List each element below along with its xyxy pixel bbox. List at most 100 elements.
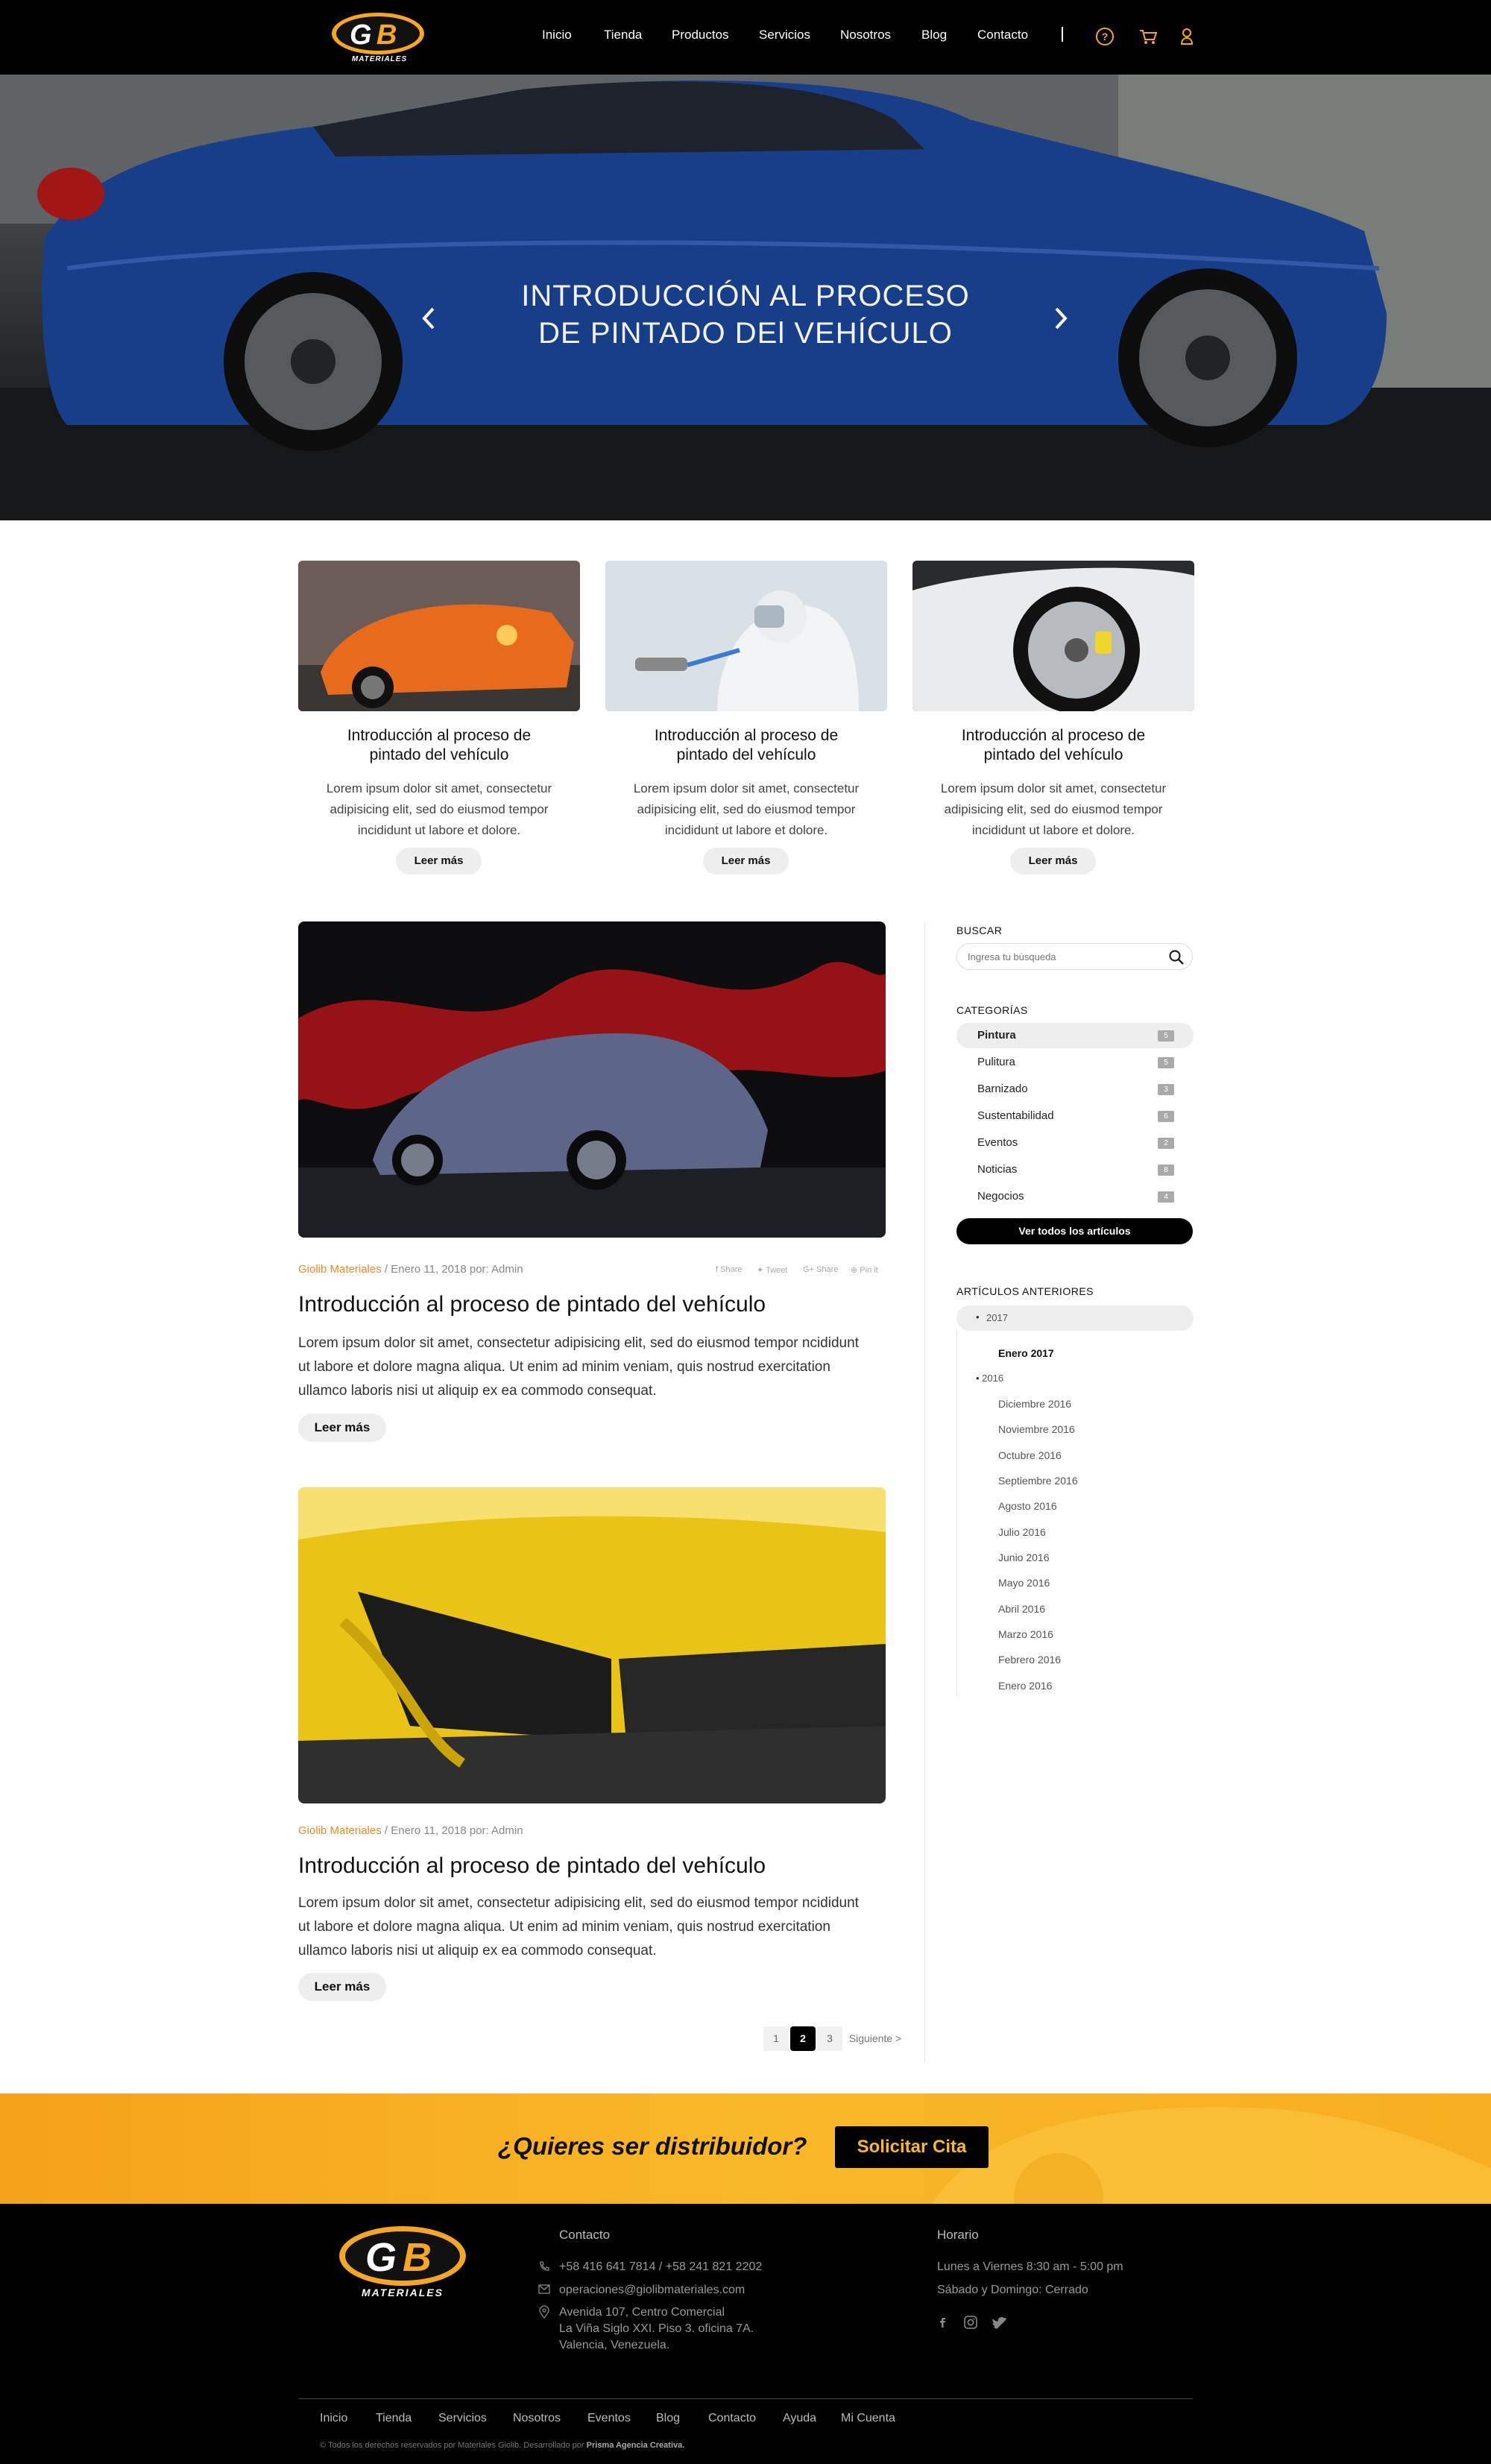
footer-address: Avenida 107, Centro Comercial La Viña Sig… [559,2304,754,2354]
card-title-line: Introducción al proceso de [347,727,532,744]
post-author-brand[interactable]: Giolib Materiales [298,1263,382,1276]
chevron-left-icon[interactable] [414,300,444,337]
footer-link-contacto[interactable]: Contacto [708,2412,756,2425]
instagram-icon[interactable] [963,2316,978,2329]
svg-text:?: ? [1102,31,1109,42]
share-pinterest-button[interactable]: ⊕ Pin it [851,1265,878,1275]
next-page-link[interactable]: Siguiente > [845,2026,905,2051]
user-icon[interactable] [1175,25,1199,48]
card-image-painter[interactable] [605,561,887,711]
archive-month-link[interactable]: Diciembre 2016 [998,1398,1071,1410]
nav-link-nosotros[interactable]: Nosotros [840,28,891,42]
nav-link-servicios[interactable]: Servicios [759,28,810,42]
footer-link-eventos[interactable]: Eventos [587,2412,631,2425]
chevron-right-icon[interactable] [1046,300,1076,337]
category-count-badge: 3 [1158,1084,1174,1095]
card-title[interactable]: Introducción al proceso de pintado del ve… [605,726,887,765]
facebook-icon[interactable] [937,2316,949,2329]
footer-link-servicios[interactable]: Servicios [438,2412,487,2425]
archive-year-2016[interactable]: • 2016 [976,1373,1003,1384]
page-3-button[interactable]: 3 [817,2026,842,2051]
footer-email[interactable]: operaciones@giolibmateriales.com [559,2282,745,2298]
agency-link[interactable]: Prisma Agencia Creativa. [587,2441,685,2450]
nav-link-blog[interactable]: Blog [921,28,947,42]
card-image-wheel[interactable] [912,561,1194,711]
footer-logo[interactable]: G B MATERIALES [335,2225,470,2299]
all-articles-button[interactable]: Ver todos los artículos [956,1218,1193,1244]
search-box [956,943,1193,970]
category-label: Sustentabilidad [977,1109,1054,1122]
post-excerpt: Lorem ipsum dolor sit amet, consectetur … [298,1891,887,1963]
card-title[interactable]: Introducción al proceso de pintado del ve… [298,726,580,765]
card-image-orange-car[interactable] [298,561,580,711]
archive-month-link[interactable]: Octubre 2016 [998,1449,1062,1461]
page-1-button[interactable]: 1 [763,2026,789,2051]
read-more-button[interactable]: Leer más [703,848,789,875]
read-more-button[interactable]: Leer más [1010,848,1096,875]
post-date: / Enero 11, 2018 por: Admin [381,1263,523,1276]
share-google-button[interactable]: G+ Share [803,1265,838,1274]
archive-month-link[interactable]: Mayo 2016 [998,1577,1050,1589]
share-twitter-button[interactable]: ✦ Tweet [757,1265,787,1275]
footer-link-mi-cuenta[interactable]: Mi Cuenta [841,2412,895,2425]
footer-link-blog[interactable]: Blog [656,2412,680,2425]
search-input[interactable] [968,949,1154,964]
card-excerpt-line: adipisicing elit, sed do eiusmod tempor [330,802,549,816]
nav-link-tienda[interactable]: Tienda [604,28,642,42]
read-more-button[interactable]: Leer más [298,1973,386,2001]
category-count-badge: 2 [1158,1138,1174,1149]
nav-link-productos[interactable]: Productos [672,28,729,42]
page-2-button[interactable]: 2 [790,2026,816,2051]
category-count-badge: 6 [1158,1111,1174,1122]
archive-month-link[interactable]: Julio 2016 [998,1526,1046,1538]
cart-icon[interactable] [1136,25,1160,48]
footer-link-ayuda[interactable]: Ayuda [783,2412,816,2425]
archive-month-link[interactable]: Enero 2016 [998,1680,1052,1692]
footer-link-inicio[interactable]: Inicio [320,2412,347,2425]
archive-month-link[interactable]: Agosto 2016 [998,1500,1057,1512]
nav-link-inicio[interactable]: Inicio [542,28,572,42]
post-image-dark-car[interactable] [298,921,886,1238]
archive-month-link[interactable]: Noviembre 2016 [998,1423,1075,1435]
card-excerpt-line: incididunt ut labore et dolore. [971,823,1135,837]
category-item-negocios[interactable]: Negocios 4 [956,1184,1194,1209]
archive-month-link[interactable]: Junio 2016 [998,1551,1050,1563]
category-item-pulitura[interactable]: Pulitura 5 [956,1050,1194,1075]
category-item-pintura[interactable]: Pintura 5 [956,1023,1194,1048]
logo[interactable]: G B MATERIALES [330,11,429,63]
category-label: Barnizado [977,1083,1028,1095]
post-title[interactable]: Introducción al proceso de pintado del v… [298,1292,766,1317]
category-item-barnizado[interactable]: Barnizado 3 [956,1077,1194,1102]
post-image-yellow-car[interactable] [298,1487,886,1803]
post-date: / Enero 11, 2018 por: Admin [381,1824,523,1837]
help-icon[interactable]: ? [1093,25,1117,48]
archive-month-link[interactable]: Septiembre 2016 [998,1475,1078,1487]
post-title[interactable]: Introducción al proceso de pintado del v… [298,1853,766,1879]
read-more-button[interactable]: Leer más [298,1414,386,1442]
nav-link-contacto[interactable]: Contacto [977,28,1028,42]
svg-text:G: G [365,2235,397,2280]
share-facebook-button[interactable]: f Share [716,1265,742,1274]
footer-address-line: La Viña Siglo XXI. Piso 3. oficina 7A. [559,2322,754,2335]
card-excerpt-line: Lorem ipsum dolor sit amet, consectetur [940,781,1167,795]
twitter-icon[interactable] [992,2316,1008,2330]
search-icon[interactable] [1168,949,1185,965]
request-appointment-button[interactable]: Solicitar Cita [835,2126,989,2168]
archive-month-link[interactable]: Febrero 2016 [998,1654,1061,1666]
card-excerpt-line: incididunt ut labore et dolore. [664,823,828,837]
card-title[interactable]: Introducción al proceso de pintado del ve… [912,726,1194,765]
archive-month-link[interactable]: Enero 2017 [998,1347,1054,1359]
category-item-sustentabilidad[interactable]: Sustentabilidad 6 [956,1103,1194,1129]
archive-month-link[interactable]: Abril 2016 [998,1603,1045,1615]
read-more-button[interactable]: Leer más [396,848,482,875]
footer-hours-heading: Horario [937,2228,979,2242]
footer-phone[interactable]: +58 416 641 7814 / +58 241 821 2202 [559,2259,762,2275]
archive-year-2017[interactable]: • 2017 [956,1305,1194,1331]
footer-link-nosotros[interactable]: Nosotros [513,2412,561,2425]
post-excerpt-line: ut labore et dolore magna aliqua. Ut eni… [298,1919,830,1935]
category-item-eventos[interactable]: Eventos 2 [956,1130,1194,1156]
footer-link-tienda[interactable]: Tienda [376,2412,412,2425]
post-author-brand[interactable]: Giolib Materiales [298,1824,382,1837]
category-item-noticias[interactable]: Noticias 8 [956,1157,1194,1182]
archive-month-link[interactable]: Marzo 2016 [998,1628,1053,1640]
